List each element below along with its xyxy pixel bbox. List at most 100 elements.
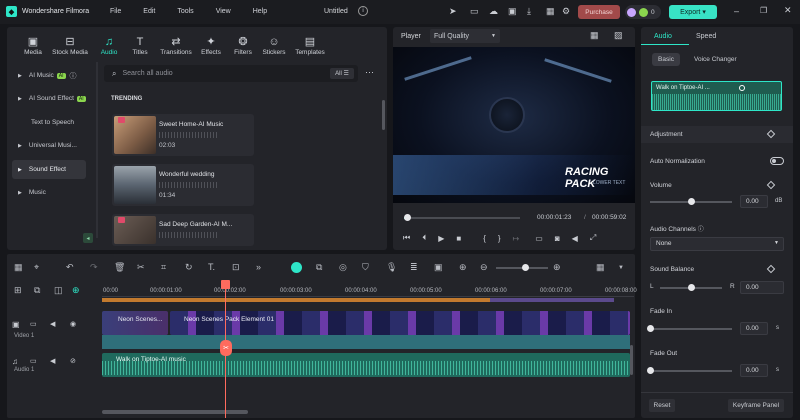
split-icon[interactable]: ✂ xyxy=(137,262,145,273)
download-icon[interactable]: ⤓ xyxy=(527,6,531,17)
fade-out-input[interactable]: 0.00 xyxy=(740,364,768,377)
stop-icon[interactable]: ■ xyxy=(456,234,461,243)
menu-edit[interactable]: Edit xyxy=(143,8,155,15)
tab-transitions[interactable]: ⇄ Transitions xyxy=(157,36,195,56)
audio-channels-select[interactable]: None ▼ xyxy=(650,237,784,251)
layout-grid-icon[interactable]: ▦ xyxy=(14,262,23,273)
audio-clip[interactable]: Walk on Tiptoe-AI music xyxy=(102,353,630,377)
search-input[interactable]: Search all audio xyxy=(122,70,172,77)
text-icon[interactable]: T. xyxy=(208,262,215,272)
split-marker-icon[interactable]: ✂ xyxy=(220,340,232,356)
tab-stock-media[interactable]: ⊟ Stock Media xyxy=(50,36,90,56)
lock-icon[interactable]: ⊘ xyxy=(70,357,76,365)
more-options-icon[interactable]: ⋯ xyxy=(365,67,374,78)
delete-icon[interactable]: 🗑 xyxy=(114,262,125,273)
progress-track[interactable] xyxy=(404,214,520,221)
chevron-down-icon[interactable]: ▼ xyxy=(618,265,624,271)
speed-icon[interactable]: ⊕ xyxy=(459,262,467,273)
menu-tools[interactable]: Tools xyxy=(177,8,193,15)
mute-icon[interactable]: ◀ xyxy=(50,357,55,365)
timeline-vertical-scrollbar[interactable] xyxy=(630,345,633,375)
purchase-button[interactable]: Purchase xyxy=(578,5,620,19)
fade-in-input[interactable]: 0.00 xyxy=(740,322,768,335)
video-clip[interactable]: Neon Scenes Pack Element 01 xyxy=(170,311,630,335)
category-universal-music[interactable]: ▶ Universal Musi... xyxy=(12,136,86,155)
keyframe-panel-button[interactable]: Keyframe Panel xyxy=(728,399,784,412)
tab-stickers[interactable]: ☺ Stickers xyxy=(259,36,289,56)
video-clip[interactable]: Neon Scenes... xyxy=(102,311,168,335)
category-text-to-speech[interactable]: Text to Speech xyxy=(12,113,86,132)
send-icon[interactable]: ➤ xyxy=(449,6,457,17)
menu-view[interactable]: View xyxy=(216,8,231,15)
mark-in-icon[interactable]: { xyxy=(483,234,486,243)
ai-tool-icon[interactable] xyxy=(291,262,302,273)
mark-out-icon[interactable]: } xyxy=(498,234,501,243)
export-button[interactable]: Export ▾ xyxy=(669,5,717,19)
reset-button[interactable]: Reset xyxy=(649,399,675,412)
volume-slider-knob[interactable] xyxy=(688,198,695,205)
image-icon[interactable]: ▣ xyxy=(508,6,517,17)
insert-icon[interactable]: ↦ xyxy=(513,234,520,243)
crop-icon[interactable]: ⌗ xyxy=(161,262,166,273)
zoom-slider-knob[interactable] xyxy=(521,264,529,271)
tab-templates[interactable]: ▤ Templates xyxy=(292,36,328,56)
fade-in-slider[interactable] xyxy=(650,328,732,330)
playhead-handle[interactable] xyxy=(221,280,230,289)
notification-icon[interactable]: ▭ xyxy=(470,6,479,17)
preview-canvas[interactable]: RACING PACK LOWER TEXT xyxy=(393,47,635,203)
folder-icon[interactable]: ▭ xyxy=(30,357,37,365)
tab-titles[interactable]: T Titles xyxy=(125,36,155,56)
select-tool-icon[interactable]: ⌖ xyxy=(34,262,39,273)
tab-audio[interactable]: ♫ Audio xyxy=(94,36,124,56)
audio-card[interactable]: Sad Deep Garden-AI M... xyxy=(112,214,254,246)
maximize-icon[interactable]: ❐ xyxy=(760,6,767,15)
render-icon[interactable]: ⧉ xyxy=(316,262,322,273)
settings-icon[interactable]: ⚙ xyxy=(562,6,570,17)
snapshot-icon[interactable]: ▨ xyxy=(614,30,623,41)
category-ai-music[interactable]: ▶ AI Music AI ⓘ xyxy=(12,66,86,85)
more-tools-icon[interactable]: » xyxy=(256,262,261,272)
category-sound-effect[interactable]: ▶ Sound Effect xyxy=(12,160,86,179)
shield-icon[interactable]: ⛉ xyxy=(362,262,369,273)
visibility-icon[interactable]: ◉ xyxy=(70,320,76,328)
fade-in-slider-knob[interactable] xyxy=(647,325,654,332)
volume-icon[interactable]: ◀ xyxy=(572,234,578,243)
tab-filters[interactable]: ❂ Filters xyxy=(228,36,258,56)
tab-audio-properties[interactable]: Audio xyxy=(654,33,672,40)
snap-icon[interactable]: ⊕ xyxy=(72,285,80,296)
voiceover-icon[interactable]: ≣ xyxy=(410,262,418,273)
media-scrollbar[interactable] xyxy=(382,100,385,130)
balance-slider-knob[interactable] xyxy=(688,284,695,291)
close-icon[interactable]: ✕ xyxy=(784,5,792,16)
previous-frame-icon[interactable]: ⏮ xyxy=(403,233,410,243)
transform-icon[interactable]: ↻ xyxy=(185,262,193,273)
grid-layout-icon[interactable]: ▦ xyxy=(596,262,605,273)
timeline-horizontal-scrollbar[interactable] xyxy=(102,410,248,414)
crop-zoom-icon[interactable]: ⊡ xyxy=(232,262,240,273)
link-icon[interactable]: ⧉ xyxy=(34,285,40,296)
redo-icon[interactable]: ↷ xyxy=(90,262,98,273)
tab-speed[interactable]: Speed xyxy=(696,33,716,40)
snapshot-timeline-icon[interactable]: ▣ xyxy=(434,262,443,273)
minimize-icon[interactable]: – xyxy=(734,6,739,16)
audio-search-box[interactable]: ⌕ Search all audio All ☰ xyxy=(104,65,358,82)
fade-out-slider-knob[interactable] xyxy=(647,367,654,374)
auto-ripple-icon[interactable]: ◎ xyxy=(339,262,347,273)
category-music[interactable]: ▶ Music xyxy=(12,183,86,202)
tab-effects[interactable]: ✦ Effects xyxy=(196,36,226,56)
undo-icon[interactable]: ↶ xyxy=(66,262,74,273)
subtab-basic[interactable]: Basic xyxy=(652,53,680,66)
audio-card[interactable]: Sweet Home-AI Music 02:03 xyxy=(112,114,254,156)
filter-button[interactable]: All ☰ xyxy=(330,68,354,79)
magnet-icon[interactable]: ◫ xyxy=(54,285,63,296)
play-icon[interactable]: ▶ xyxy=(438,234,444,243)
tab-media[interactable]: ▣ Media xyxy=(18,36,48,56)
quality-select[interactable]: Full Quality ▼ xyxy=(430,29,500,43)
screenshot-icon[interactable]: ◙ xyxy=(555,234,560,243)
auto-normalization-toggle[interactable] xyxy=(770,157,784,165)
zoom-in-icon[interactable]: ⊕ xyxy=(553,262,561,273)
folder-icon[interactable]: ▭ xyxy=(30,320,37,328)
subtab-voice-changer[interactable]: Voice Changer xyxy=(694,56,737,63)
zoom-out-icon[interactable]: ⊖ xyxy=(480,262,488,273)
volume-input[interactable]: 0.00 xyxy=(740,195,768,208)
